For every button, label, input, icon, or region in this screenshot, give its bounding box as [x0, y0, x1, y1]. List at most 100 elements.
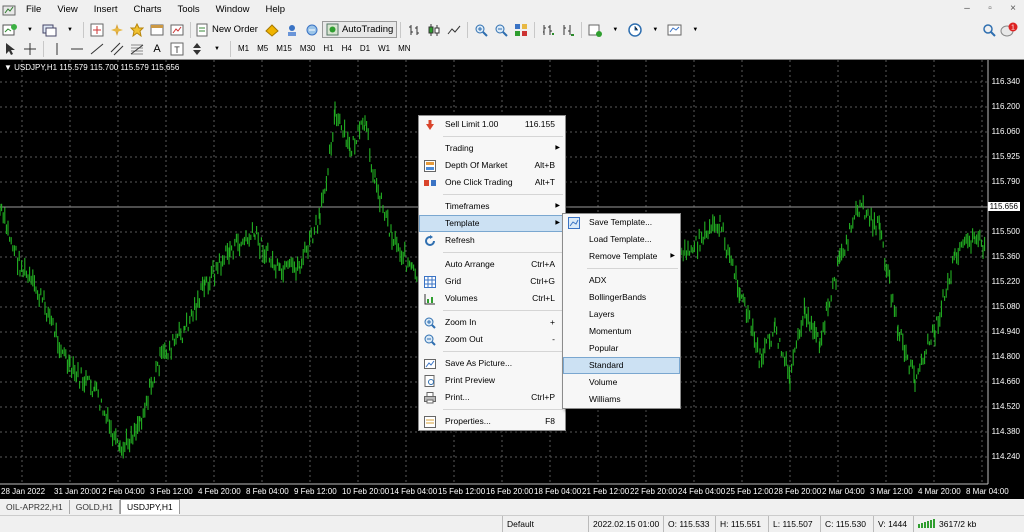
- dropdown-icon[interactable]: ▼: [606, 21, 624, 39]
- crosshair-icon[interactable]: [21, 40, 39, 58]
- date-tick-label: 31 Jan 20:00: [54, 487, 101, 496]
- menu-item-print-preview[interactable]: Print Preview: [419, 372, 565, 389]
- line-chart-icon[interactable]: [445, 21, 463, 39]
- menu-window[interactable]: Window: [208, 0, 258, 19]
- template-item-remove-template[interactable]: Remove Template ▶: [563, 248, 680, 265]
- app-icon[interactable]: [0, 3, 18, 17]
- timeframe-d1[interactable]: D1: [356, 42, 374, 56]
- menu-view[interactable]: View: [49, 0, 85, 19]
- zoom-out-icon[interactable]: [492, 21, 510, 39]
- menu-item-zoom-in[interactable]: Zoom In +: [419, 314, 565, 331]
- timeframe-mn[interactable]: MN: [394, 42, 414, 56]
- tab-oil-apr22[interactable]: OIL-APR22,H1: [0, 500, 70, 514]
- arrows-icon[interactable]: [188, 40, 206, 58]
- tab-gold[interactable]: GOLD,H1: [70, 500, 121, 514]
- timeframe-m30[interactable]: M30: [296, 42, 320, 56]
- menu-item-label: Layers: [589, 309, 615, 319]
- dropdown-icon[interactable]: ▼: [61, 21, 79, 39]
- template-item-layers[interactable]: Layers: [563, 306, 680, 323]
- timeframe-m1[interactable]: M1: [234, 42, 253, 56]
- menu-item-one-click-trading[interactable]: One Click Trading Alt+T: [419, 174, 565, 191]
- menu-help[interactable]: Help: [257, 0, 293, 19]
- menu-item-trading[interactable]: Trading ▶: [419, 140, 565, 157]
- template-item-volume[interactable]: Volume: [563, 374, 680, 391]
- dropdown-icon[interactable]: ▼: [21, 21, 39, 39]
- timeframe-m15[interactable]: M15: [272, 42, 296, 56]
- new-order-button[interactable]: New Order: [195, 21, 261, 39]
- auto-scroll-icon[interactable]: [559, 21, 577, 39]
- template-item-momentum[interactable]: Momentum: [563, 323, 680, 340]
- menu-item-print[interactable]: Print... Ctrl+P: [419, 389, 565, 406]
- template-item-load-template[interactable]: Load Template...: [563, 231, 680, 248]
- fibonacci-icon[interactable]: [128, 40, 146, 58]
- profiles-button[interactable]: [41, 21, 59, 39]
- menu-item-grid[interactable]: Grid Ctrl+G: [419, 273, 565, 290]
- indicators-icon[interactable]: [586, 21, 604, 39]
- bar-chart-icon[interactable]: [405, 21, 423, 39]
- notifications-icon[interactable]: 1: [1000, 21, 1018, 39]
- submenu-arrow-icon: ▶: [670, 253, 675, 259]
- close-icon[interactable]: ×: [1008, 3, 1018, 14]
- template-item-bollingerbands[interactable]: BollingerBands: [563, 289, 680, 306]
- menu-file[interactable]: File: [18, 0, 49, 19]
- minimize-icon[interactable]: –: [962, 3, 972, 14]
- menu-item-timeframes[interactable]: Timeframes ▶: [419, 198, 565, 215]
- new-chart-button[interactable]: [1, 21, 19, 39]
- strategy-tester-icon[interactable]: [168, 21, 186, 39]
- template-item-williams[interactable]: Williams: [563, 391, 680, 408]
- dropdown-icon[interactable]: ▼: [646, 21, 664, 39]
- chart-shift-icon[interactable]: [539, 21, 557, 39]
- menu-separator: [443, 351, 563, 352]
- zoom-in-icon[interactable]: [472, 21, 490, 39]
- menu-charts[interactable]: Charts: [126, 0, 170, 19]
- submenu-arrow-icon: ▶: [555, 220, 560, 226]
- menu-item-template[interactable]: Template ▶: [419, 215, 565, 232]
- text-icon[interactable]: A: [148, 40, 166, 58]
- template-item-save-template[interactable]: Save Template...: [563, 214, 680, 231]
- menu-item-refresh[interactable]: Refresh: [419, 232, 565, 249]
- price-tick-label: 115.220: [991, 277, 1020, 286]
- navigator-icon[interactable]: [128, 21, 146, 39]
- metaeditor-icon[interactable]: [263, 21, 281, 39]
- timeframe-m5[interactable]: M5: [253, 42, 272, 56]
- vertical-line-icon[interactable]: [48, 40, 66, 58]
- terminal-icon[interactable]: [148, 21, 166, 39]
- menu-item-auto-arrange[interactable]: Auto Arrange Ctrl+A: [419, 256, 565, 273]
- timeframe-w1[interactable]: W1: [374, 42, 394, 56]
- svg-text:T: T: [174, 45, 180, 55]
- tile-windows-icon[interactable]: [512, 21, 530, 39]
- templates-icon[interactable]: [666, 21, 684, 39]
- date-tick-label: 21 Feb 12:00: [582, 487, 630, 496]
- equidistant-channel-icon[interactable]: [108, 40, 126, 58]
- menu-insert[interactable]: Insert: [86, 0, 126, 19]
- trendline-icon[interactable]: [88, 40, 106, 58]
- periods-icon[interactable]: [626, 21, 644, 39]
- menu-tools[interactable]: Tools: [169, 0, 207, 19]
- candlestick-icon[interactable]: [425, 21, 443, 39]
- template-item-popular[interactable]: Popular: [563, 340, 680, 357]
- dropdown-icon[interactable]: ▼: [208, 40, 226, 58]
- menu-item-save-as-picture[interactable]: Save As Picture...: [419, 355, 565, 372]
- restore-icon[interactable]: ▫: [985, 3, 995, 14]
- template-item-standard[interactable]: Standard: [563, 357, 680, 374]
- menu-item-zoom-out[interactable]: Zoom Out -: [419, 331, 565, 348]
- menu-item-volumes[interactable]: Volumes Ctrl+L: [419, 290, 565, 307]
- menu-item-properties[interactable]: Properties... F8: [419, 413, 565, 430]
- timeframe-h1[interactable]: H1: [319, 42, 337, 56]
- signals-icon[interactable]: [283, 21, 301, 39]
- market-icon[interactable]: [303, 21, 321, 39]
- text-label-icon[interactable]: T: [168, 40, 186, 58]
- autotrading-button[interactable]: AutoTrading: [321, 21, 398, 38]
- tab-usdjpy[interactable]: USDJPY,H1: [120, 499, 180, 514]
- dropdown-icon[interactable]: ▼: [686, 21, 704, 39]
- search-icon[interactable]: [980, 21, 998, 39]
- data-window-icon[interactable]: [108, 21, 126, 39]
- menu-item-shortcut: Ctrl+L: [532, 293, 555, 303]
- menu-item-sell-limit-1-00[interactable]: Sell Limit 1.00 116.155: [419, 116, 565, 133]
- horizontal-line-icon[interactable]: [68, 40, 86, 58]
- market-watch-icon[interactable]: [88, 21, 106, 39]
- cursor-icon[interactable]: [1, 40, 19, 58]
- template-item-adx[interactable]: ADX: [563, 272, 680, 289]
- timeframe-h4[interactable]: H4: [338, 42, 356, 56]
- menu-item-depth-of-market[interactable]: Depth Of Market Alt+B: [419, 157, 565, 174]
